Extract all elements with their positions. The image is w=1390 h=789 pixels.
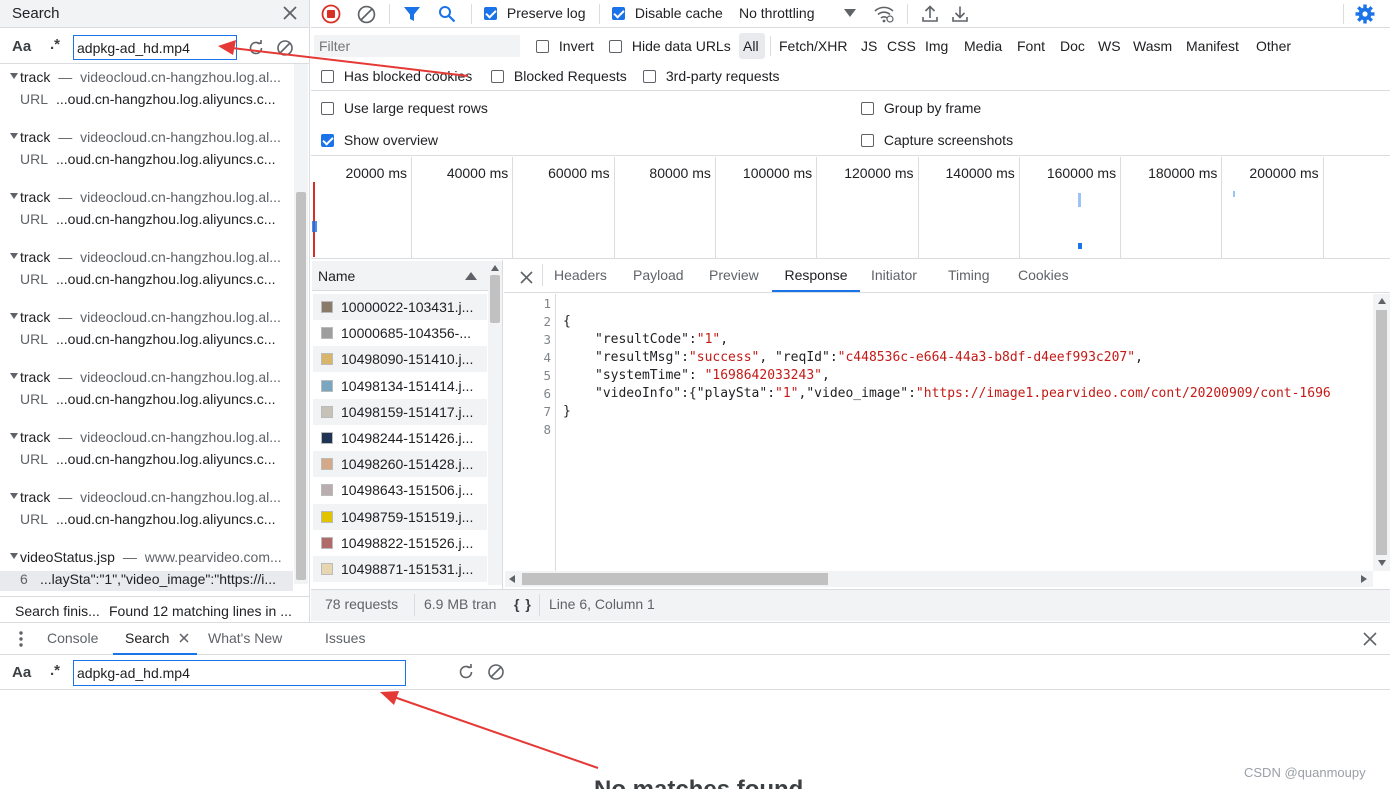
annotation-arrowhead bbox=[380, 691, 399, 705]
annotation-arrow-line bbox=[231, 47, 469, 77]
annotation-arrows bbox=[218, 40, 599, 769]
annotation-arrow-line bbox=[393, 696, 599, 769]
annotation-arrowhead bbox=[218, 40, 236, 55]
